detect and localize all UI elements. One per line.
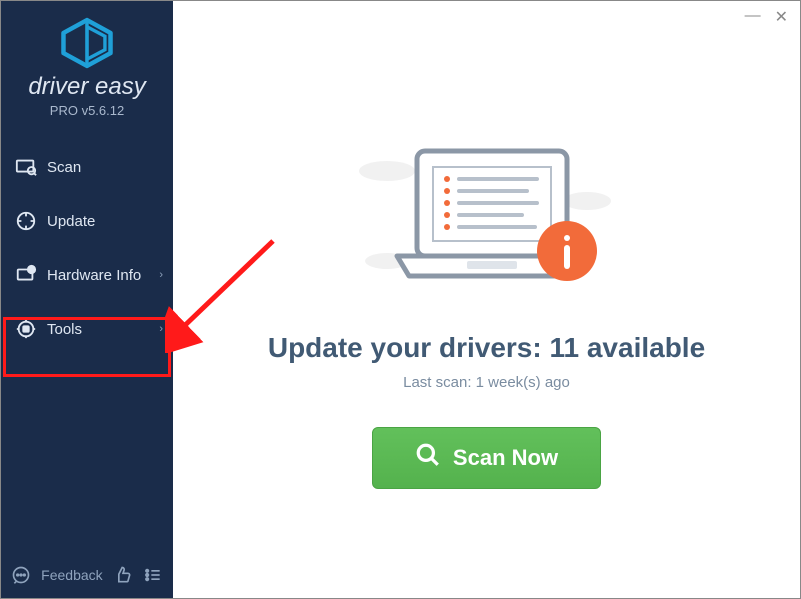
scan-now-label: Scan Now	[453, 445, 558, 471]
tools-icon	[15, 318, 37, 340]
thumbs-up-icon[interactable]	[113, 564, 133, 586]
scan-now-button[interactable]: Scan Now	[372, 427, 601, 489]
update-icon	[15, 210, 37, 232]
brand-text: driver easy	[28, 73, 145, 101]
headline-text: Update your drivers: 11 available	[268, 332, 705, 364]
sidebar-item-scan[interactable]: Scan	[1, 140, 173, 194]
feedback-label[interactable]: Feedback	[41, 567, 102, 583]
hardware-info-icon: i	[15, 264, 37, 286]
app-logo-icon	[59, 17, 115, 69]
minimize-button[interactable]: —	[745, 7, 761, 27]
list-icon[interactable]	[143, 564, 163, 586]
sidebar-item-label: Hardware Info	[47, 267, 141, 284]
sidebar-item-tools[interactable]: Tools ›	[1, 302, 173, 356]
last-scan-text: Last scan: 1 week(s) ago	[403, 374, 570, 391]
sidebar-item-label: Update	[47, 213, 95, 230]
sidebar-item-hardware-info[interactable]: i Hardware Info ›	[1, 248, 173, 302]
titlebar: — ✕	[733, 1, 800, 33]
chevron-right-icon: ›	[159, 323, 163, 335]
sidebar-item-update[interactable]: Update	[1, 194, 173, 248]
laptop-illustration	[347, 141, 627, 306]
app-window: — ✕ driver easy PRO v5.6.12 Scan	[0, 0, 801, 599]
version-text: PRO v5.6.12	[50, 103, 124, 118]
feedback-icon[interactable]	[11, 564, 31, 586]
sidebar-nav: Scan Update i	[1, 140, 173, 356]
sidebar-footer: Feedback	[1, 552, 173, 598]
sidebar-item-label: Scan	[47, 159, 81, 176]
main-panel: Update your drivers: 11 available Last s…	[173, 1, 800, 598]
sidebar: driver easy PRO v5.6.12 Scan	[1, 1, 173, 598]
chevron-right-icon: ›	[159, 269, 163, 281]
svg-text:i: i	[31, 268, 32, 274]
close-button[interactable]: ✕	[775, 7, 788, 27]
scan-icon	[15, 156, 37, 178]
sidebar-item-label: Tools	[47, 321, 82, 338]
logo-area: driver easy PRO v5.6.12	[1, 1, 173, 128]
magnifier-icon	[415, 442, 441, 474]
